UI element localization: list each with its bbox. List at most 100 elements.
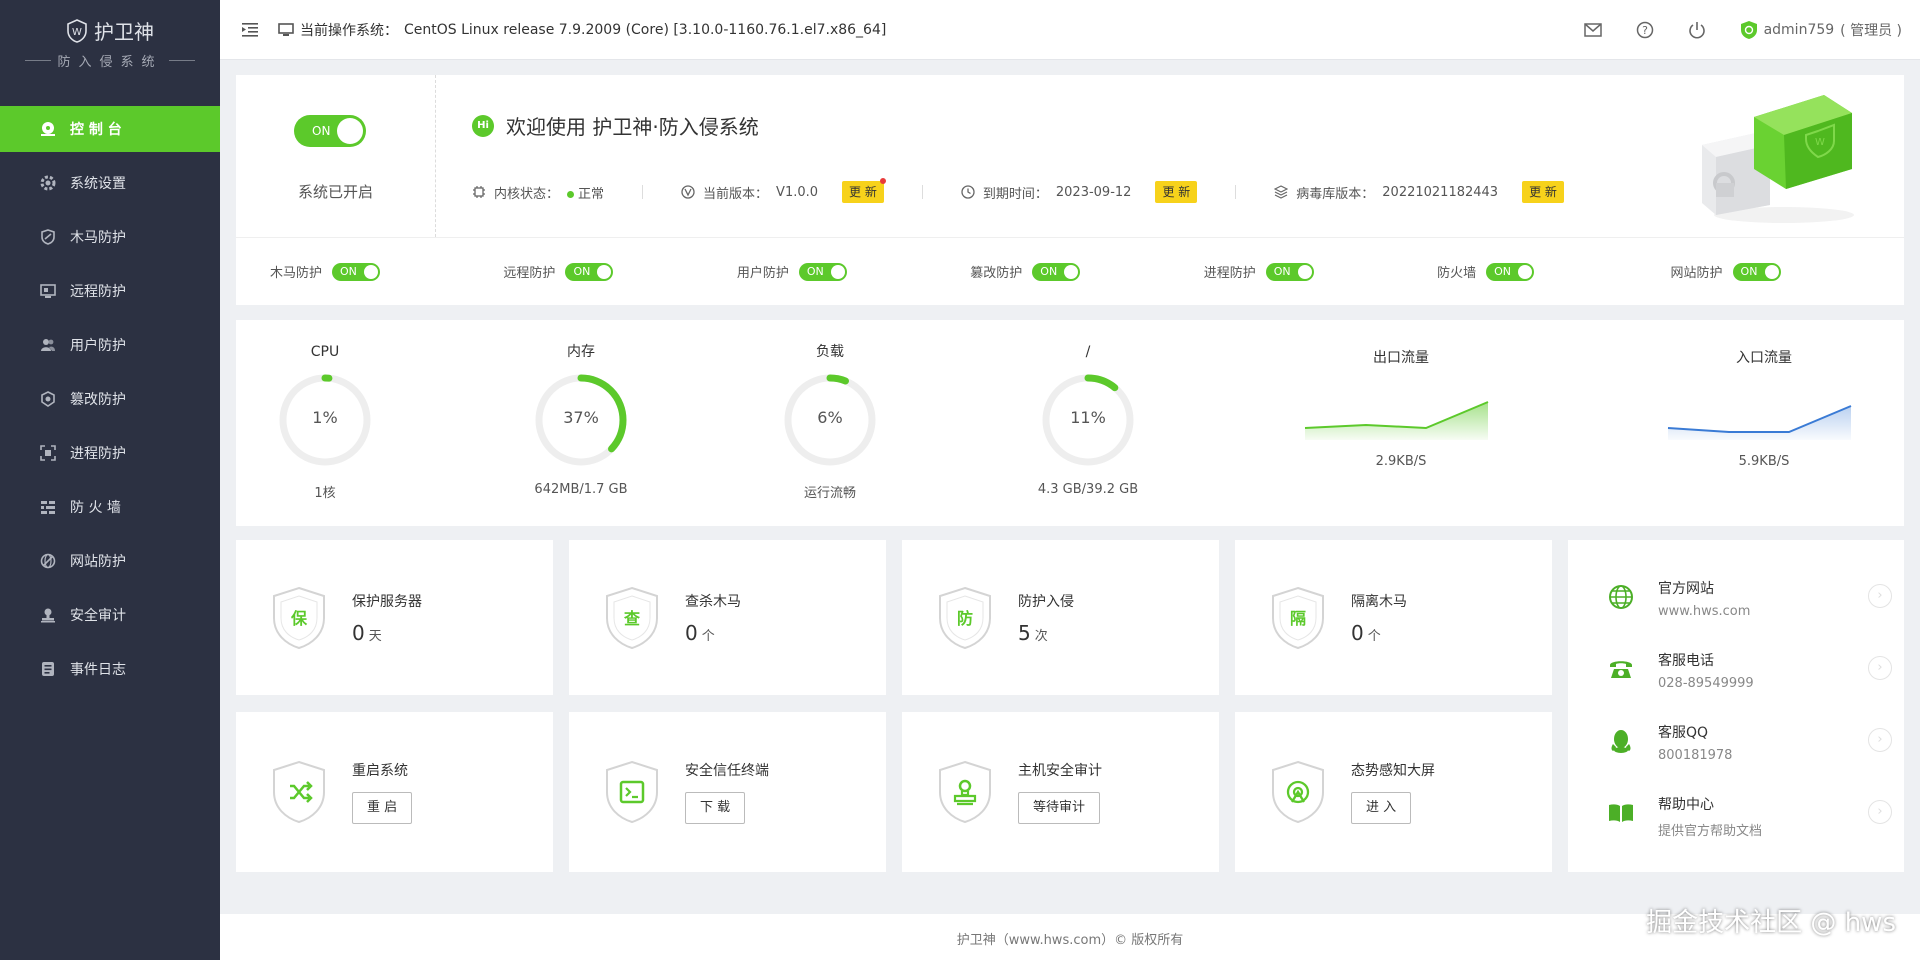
contact-website[interactable]: 官方网站 www.hws.com ›	[1608, 578, 1892, 638]
gauge-title: 负载	[816, 344, 844, 360]
protection-toggle[interactable]: ON	[1265, 262, 1314, 281]
contact-sub: 800181978	[1658, 748, 1733, 763]
sidebar-item-dashboard[interactable]: 控 制 台	[0, 106, 220, 152]
protection-toggle[interactable]: ON	[1032, 262, 1081, 281]
mail-icon[interactable]	[1583, 22, 1602, 37]
shield-cube-illustration: W	[1694, 87, 1874, 227]
cpu-gauge: CPU 1% 1核	[250, 340, 400, 501]
version-icon	[681, 185, 695, 199]
enter-button[interactable]: 进 入	[1351, 792, 1412, 824]
audit-button[interactable]: 等待审计	[1018, 792, 1101, 824]
sidebar-item-tamper[interactable]: 篡改防护	[0, 376, 220, 422]
outbound-traffic: 出口流量 2.9KB/S	[1296, 346, 1506, 469]
sidebar-item-remote[interactable]: 远程防护	[0, 268, 220, 314]
globe-icon	[1609, 585, 1633, 609]
restart-button[interactable]: 重 启	[352, 792, 413, 824]
protection-toggle[interactable]: ON	[332, 262, 381, 281]
power-icon[interactable]	[1688, 21, 1706, 39]
contact-qq[interactable]: 客服QQ 800181978 ›	[1608, 722, 1892, 782]
notification-dot	[879, 178, 886, 184]
trojan-shield-icon	[40, 229, 56, 245]
chevron-right-icon[interactable]: ›	[1868, 584, 1892, 608]
contact-phone[interactable]: 客服电话 028-89549999 ›	[1608, 650, 1892, 710]
stat-card-trojans-killed: 查 查杀木马 0 个	[569, 540, 886, 695]
welcome-title: Hi 欢迎使用 护卫神·防入侵系统	[472, 111, 759, 140]
shield-badge-icon: 查	[606, 586, 658, 649]
virus-value: 20221021182443	[1382, 184, 1499, 200]
dashboard-icon	[40, 121, 56, 137]
sidebar-item-label: 用户防护	[70, 338, 126, 354]
action-card-trusted-terminal: 安全信任终端下 载	[569, 712, 886, 872]
sidebar-item-audit[interactable]: 安全审计	[0, 592, 220, 638]
virus-db-status: 病毒库版本： 20221021182443 更 新	[1274, 181, 1564, 203]
system-panel: ON 系统已开启 Hi 欢迎使用 护卫神·防入侵系统 内核状态： 正常 当前版本…	[236, 75, 1904, 305]
inbound-traffic: 入口流量 5.9KB/S	[1659, 346, 1869, 469]
book-icon	[1609, 804, 1633, 822]
gauge-value: 37%	[563, 408, 599, 427]
shield-badge-icon: 防	[939, 586, 991, 649]
chip-icon	[472, 185, 486, 199]
stat-label: 查杀木马	[685, 593, 741, 610]
protection-toggle[interactable]: ON	[798, 262, 847, 281]
protection-item-remote: 远程防护 ON	[503, 262, 736, 281]
sidebar-item-log[interactable]: 事件日志	[0, 646, 220, 692]
menu-collapse-icon[interactable]	[242, 22, 258, 37]
sidebar-item-process[interactable]: 进程防护	[0, 430, 220, 476]
protection-toggle[interactable]: ON	[1486, 262, 1535, 281]
user-menu[interactable]: admin759 ( 管理员 )	[1740, 20, 1902, 40]
stat-value: 5次	[1018, 620, 1048, 645]
sidebar-item-website[interactable]: 网站防护	[0, 538, 220, 584]
hi-badge: Hi	[472, 114, 494, 137]
chevron-right-icon[interactable]: ›	[1868, 656, 1892, 680]
stat-card-intrusions: 防 防护入侵 5 次	[902, 540, 1219, 695]
sidebar-item-label: 远程防护	[70, 284, 126, 300]
traffic-title: 入口流量	[1736, 350, 1792, 366]
gauge-title: CPU	[310, 344, 340, 360]
protection-item-process: 进程防护 ON	[1204, 262, 1437, 281]
svg-text:隔: 隔	[1290, 609, 1306, 628]
sidebar-item-label: 防 火 墙	[70, 500, 121, 516]
system-toggle[interactable]: ON	[294, 115, 366, 147]
divider	[642, 185, 644, 199]
system-toggle-box: ON 系统已开启	[236, 75, 436, 237]
log-icon	[40, 661, 56, 677]
user-shield-icon	[1740, 20, 1758, 40]
protection-label: 网站防护	[1670, 266, 1723, 281]
outbound-sparkline	[1304, 401, 1489, 440]
inbound-sparkline	[1667, 405, 1852, 440]
traffic-value: 2.9KB/S	[1375, 454, 1427, 469]
svg-text:?: ?	[1642, 24, 1648, 37]
protection-label: 远程防护	[503, 266, 556, 281]
virus-update-button[interactable]: 更 新	[1522, 181, 1564, 203]
gauge-detail: 642MB/1.7 GB	[534, 482, 628, 497]
contact-title: 客服电话	[1658, 653, 1714, 669]
chevron-right-icon[interactable]: ›	[1868, 800, 1892, 824]
expire-label: 到期时间：	[982, 186, 1048, 202]
status-row: 内核状态： 正常 当前版本： V1.0.0 更 新 到期时间： 2023-09-…	[472, 178, 1564, 203]
action-label: 态势感知大屏	[1351, 763, 1435, 779]
svg-text:W: W	[1815, 137, 1825, 148]
chevron-right-icon[interactable]: ›	[1868, 728, 1892, 752]
protection-toggle[interactable]: ON	[565, 262, 614, 281]
stat-card-quarantined: 隔 隔离木马 0 个	[1235, 540, 1552, 695]
expire-value: 2023-09-12	[1055, 184, 1132, 200]
download-button[interactable]: 下 载	[685, 792, 746, 824]
sidebar-item-users[interactable]: 用户防护	[0, 322, 220, 368]
contact-help-center[interactable]: 帮助中心 提供官方帮助文档 ›	[1608, 794, 1892, 854]
app-subtitle: 防入侵系统	[57, 55, 163, 70]
sidebar-item-settings[interactable]: 系统设置	[0, 160, 220, 206]
version-update-button[interactable]: 更 新	[842, 178, 886, 203]
sidebar-item-trojan[interactable]: 木马防护	[0, 214, 220, 260]
protection-label: 篡改防护	[970, 266, 1023, 281]
expire-update-button[interactable]: 更 新	[1155, 181, 1198, 203]
protection-item-users: 用户防护 ON	[737, 262, 970, 281]
svg-text:查: 查	[624, 609, 640, 628]
qq-icon	[1611, 730, 1631, 753]
sidebar-item-label: 事件日志	[70, 662, 126, 678]
shuffle-icon	[273, 760, 325, 824]
sidebar-item-firewall[interactable]: 防 火 墙	[0, 484, 220, 530]
help-icon[interactable]: ?	[1636, 21, 1654, 39]
protection-toggle[interactable]: ON	[1732, 262, 1781, 281]
stat-value: 0个	[1351, 620, 1381, 645]
gauge-ring: 37%	[533, 372, 629, 468]
